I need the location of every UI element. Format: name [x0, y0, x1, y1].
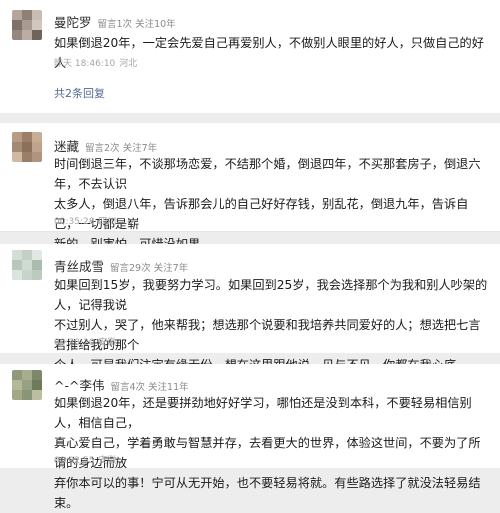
- avatar[interactable]: [12, 10, 42, 40]
- avatar[interactable]: [12, 370, 42, 400]
- avatar-tile: [12, 250, 22, 260]
- user-meta: 留言4次 关注11年: [110, 382, 189, 393]
- comment-card: ^-^李伟 留言4次 关注11年 如果倒退20年，还是要拼劲地好好学习，哪怕还是没…: [0, 364, 500, 510]
- avatar-tile: [12, 30, 22, 40]
- avatar-tile: [32, 152, 42, 162]
- avatar-tile: [22, 390, 32, 400]
- comment-location: 安徽: [98, 456, 117, 466]
- avatar-tile: [22, 270, 32, 280]
- avatar-tile: [12, 270, 22, 280]
- avatar-tile: [12, 132, 22, 142]
- avatar-tile: [22, 30, 32, 40]
- avatar-tile: [32, 260, 42, 270]
- comment-location: 河北: [119, 59, 138, 69]
- user-meta: 留言2次 关注7年: [85, 143, 158, 154]
- comment-timestamp: 昨天 18:46:10 河北: [54, 56, 137, 69]
- avatar-tile: [32, 30, 42, 40]
- avatar-tile: [12, 10, 22, 20]
- comment-timestamp: 00:20:20 安徽: [54, 335, 116, 348]
- avatar-tile: [22, 152, 32, 162]
- comment-time: 昨天 18:46:10: [54, 59, 116, 69]
- username[interactable]: 曼陀罗: [54, 15, 92, 30]
- comment-feed: 曼陀罗 留言1次 关注10年 如果倒退20年，一定会先爱自己再爱别人，不做别人眼里…: [0, 0, 500, 510]
- avatar-tile: [22, 250, 32, 260]
- avatar[interactable]: [12, 250, 42, 280]
- avatar-tile: [32, 132, 42, 142]
- avatar-tile: [22, 380, 32, 390]
- avatar-tile: [12, 390, 22, 400]
- comment-time: 00:35:28: [54, 217, 95, 227]
- view-replies-link[interactable]: 共2条回复: [54, 85, 105, 101]
- comment-text: 如果回到15岁，我要努力学习。如果回到25岁，我会选择那个为我和别人吵架的人，记…: [54, 278, 488, 372]
- avatar-tile: [22, 20, 32, 30]
- comment-location: 四川: [98, 217, 117, 227]
- avatar-tile: [12, 142, 22, 152]
- avatar-tile: [32, 142, 42, 152]
- comment-timestamp: 00:35:28 四川: [54, 214, 116, 227]
- avatar-tile: [12, 260, 22, 270]
- avatar-tile: [32, 270, 42, 280]
- comment-author: 曼陀罗 留言1次 关注10年: [54, 12, 176, 31]
- avatar-tile: [22, 370, 32, 380]
- avatar-tile: [22, 260, 32, 270]
- avatar-tile: [12, 20, 22, 30]
- comment-card: 青丝成雪 留言29次 关注7年 如果回到15岁，我要努力学习。如果回到25岁，我会…: [0, 244, 500, 372]
- divider: [0, 231, 500, 232]
- avatar-tile: [32, 370, 42, 380]
- comment-time: 00:02:55: [54, 456, 95, 466]
- comment-author: 迷藏 留言2次 关注7年: [54, 136, 157, 155]
- avatar-tile: [22, 10, 32, 20]
- username[interactable]: ^-^李伟: [54, 378, 104, 393]
- avatar-tile: [22, 142, 32, 152]
- avatar-tile: [22, 132, 32, 142]
- username[interactable]: 青丝成雪: [54, 259, 104, 274]
- avatar-tile: [32, 380, 42, 390]
- avatar-tile: [12, 370, 22, 380]
- avatar[interactable]: [12, 132, 42, 162]
- avatar-tile: [12, 152, 22, 162]
- comment-text: 如果倒退20年，还是要拼劲地好好学习，哪怕还是没到本科，不要轻易相信别人，相信自…: [54, 396, 481, 510]
- comment-card: 迷藏 留言2次 关注7年 时间倒退三年，不谈那场恋爱，不结那个婚，倒退四年，不买那…: [0, 123, 500, 251]
- avatar-tile: [12, 380, 22, 390]
- avatar-tile: [32, 20, 42, 30]
- comment-author: ^-^李伟 留言4次 关注11年: [54, 375, 189, 394]
- comment-timestamp: 00:02:55 安徽: [54, 453, 116, 466]
- avatar-tile: [32, 390, 42, 400]
- comment-card: 曼陀罗 留言1次 关注10年 如果倒退20年，一定会先爱自己再爱别人，不做别人眼里…: [0, 0, 500, 113]
- avatar-tile: [32, 250, 42, 260]
- avatar-tile: [32, 10, 42, 20]
- comment-author: 青丝成雪 留言29次 关注7年: [54, 256, 188, 275]
- user-meta: 留言29次 关注7年: [110, 263, 189, 274]
- comment-location: 安徽: [98, 338, 117, 348]
- user-meta: 留言1次 关注10年: [97, 19, 176, 30]
- comment-text: 时间倒退三年，不谈那场恋爱，不结那个婚，倒退四年，不买那套房子，倒退六年，不去认…: [54, 157, 481, 251]
- comment-time: 00:20:20: [54, 338, 95, 348]
- username[interactable]: 迷藏: [54, 139, 79, 154]
